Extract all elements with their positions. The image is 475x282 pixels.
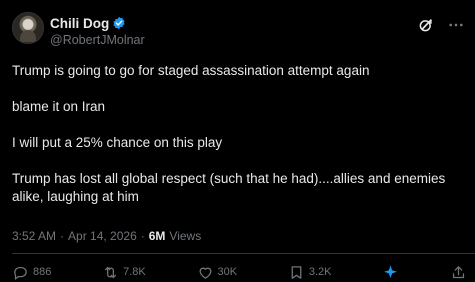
like-icon (199, 267, 211, 279)
tweet-paragraph: blame it on Iran (12, 99, 106, 114)
avatar[interactable] (12, 12, 44, 44)
tweet-date[interactable]: Apr 14, 2026 (68, 229, 137, 243)
meta-separator: · (140, 229, 145, 243)
reply-count: 886 (33, 266, 52, 278)
tweet-time[interactable]: 3:52 AM (12, 229, 56, 243)
reply-button[interactable]: 886 (12, 264, 51, 281)
bookmark-button[interactable]: 3.2K (288, 264, 332, 281)
tweet-text: Trump is going to go for staged assassin… (12, 62, 467, 224)
repost-count: 7.8K (123, 266, 146, 278)
bookmark-count: 3.2K (308, 266, 332, 278)
repost-icon (105, 266, 117, 278)
reply-icon (14, 266, 27, 280)
verified-badge-icon (113, 16, 125, 30)
action-bar: 886 7.8K 30K 3.2K (12, 262, 467, 282)
grok-icon (384, 264, 398, 278)
author-handle[interactable]: @RobertJMolnar (50, 33, 145, 47)
like-count: 30K (217, 266, 238, 278)
grok-action-button[interactable] (382, 264, 399, 281)
tweet-meta: 3:52 AM · Apr 14, 2026 · 6M Views (12, 229, 201, 243)
meta-separator: · (60, 229, 65, 243)
share-button[interactable] (450, 264, 467, 281)
views-label: Views (169, 229, 202, 243)
divider (12, 253, 475, 254)
bookmark-icon (291, 265, 302, 279)
top-actions (417, 16, 465, 34)
share-icon (452, 265, 465, 278)
tweet-paragraph: I will put a 25% chance on this play (12, 135, 223, 150)
tweet: Chili Dog @RobertJMolnar Trump is going … (0, 0, 475, 280)
repost-button[interactable]: 7.8K (102, 264, 146, 281)
tweet-paragraph: Trump has lost all global respect (such … (12, 171, 446, 204)
like-button[interactable]: 30K (197, 264, 238, 281)
author-display-name[interactable]: Chili Dog (50, 16, 109, 31)
more-icon[interactable] (447, 16, 465, 34)
author-name-row: Chili Dog (50, 15, 126, 31)
grok-icon[interactable] (417, 16, 435, 34)
tweet-paragraph: Trump is going to go for staged assassin… (12, 63, 370, 78)
views-count[interactable]: 6M (149, 229, 166, 243)
